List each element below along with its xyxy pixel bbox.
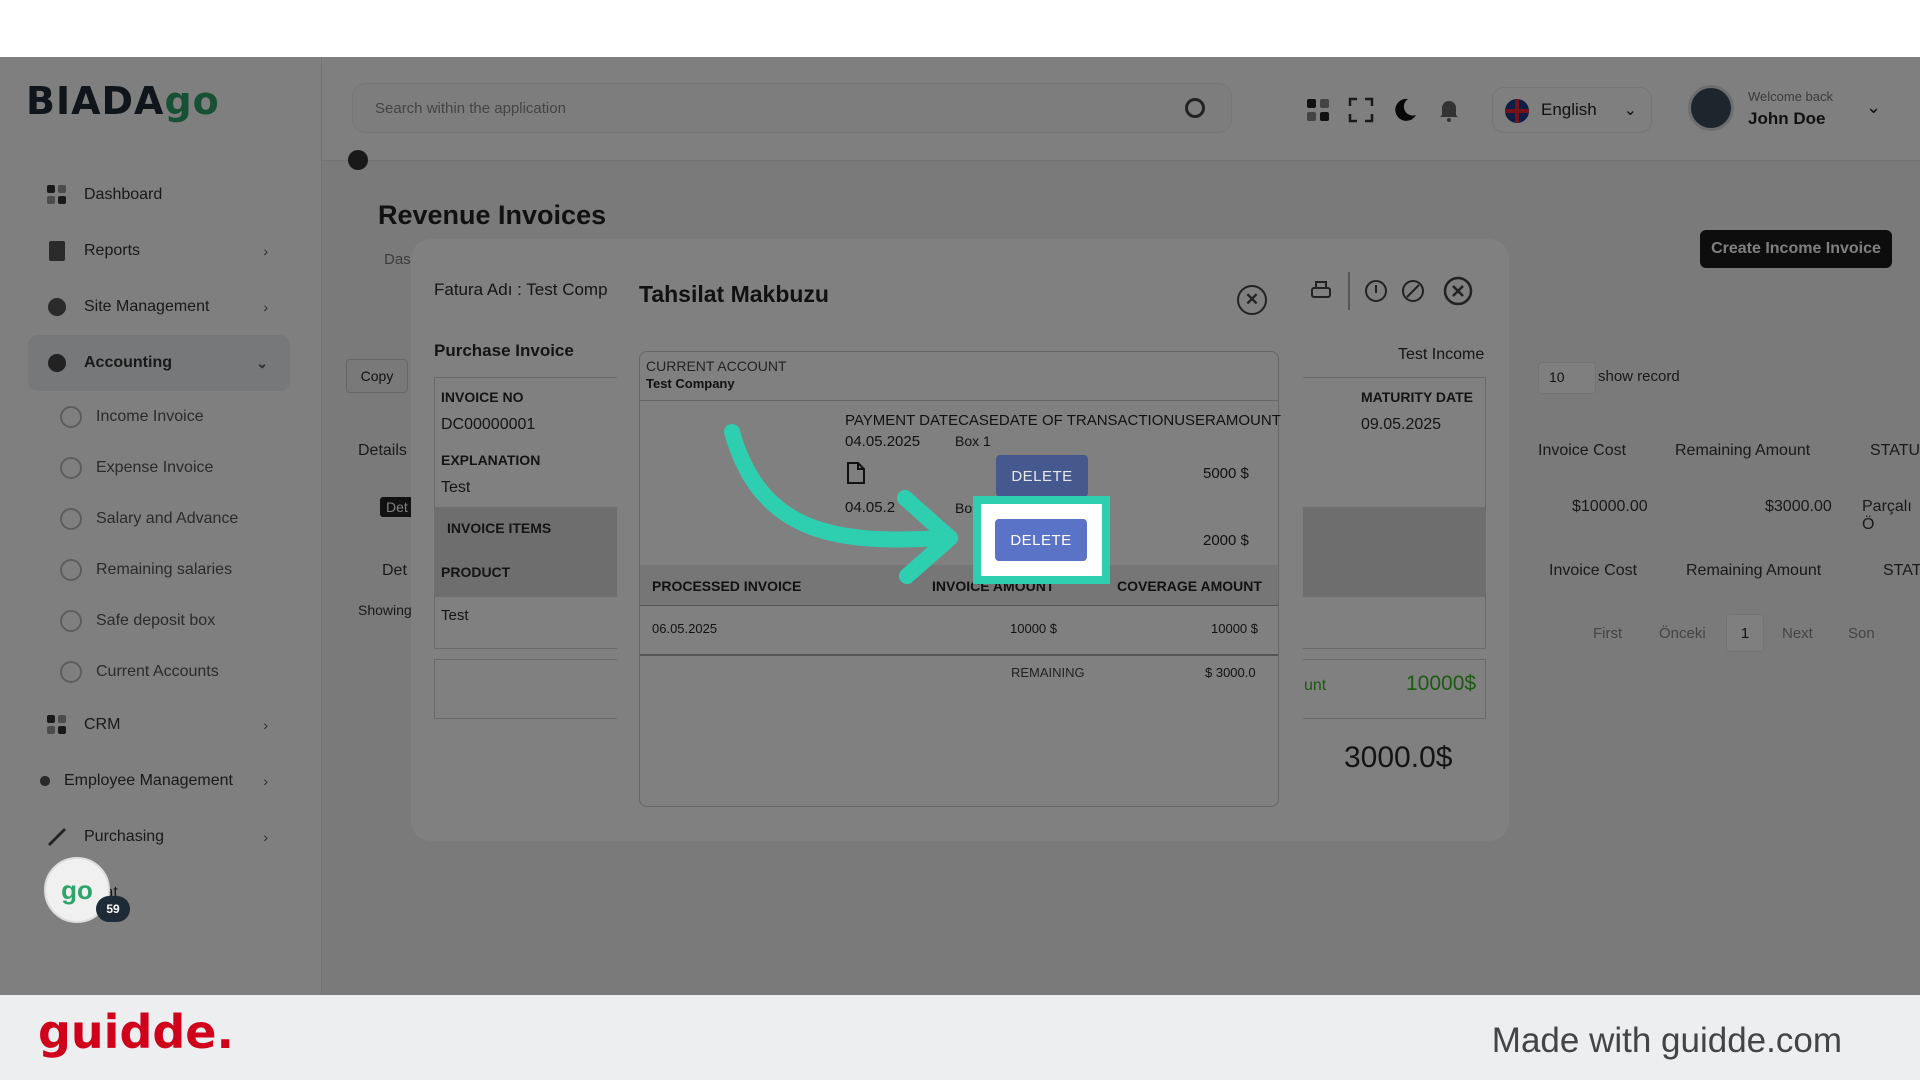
fatura-adi: Fatura Adı : Test Comp — [434, 280, 608, 299]
close-icon[interactable]: ✕ — [1237, 285, 1267, 315]
modal-title: Tahsilat Makbuzu — [639, 281, 829, 307]
explanation: Test — [441, 479, 471, 496]
cancel-icon[interactable] — [1401, 279, 1425, 303]
invoice-no-label: INVOICE NO — [441, 389, 524, 405]
invoice-items-label: INVOICE ITEMS — [447, 520, 552, 536]
divider — [640, 654, 1278, 656]
product-label: PRODUCT — [441, 564, 511, 580]
divider — [640, 605, 1278, 606]
processed-coverage-amount: 10000 $ — [1211, 621, 1258, 636]
info-icon[interactable] — [1364, 279, 1388, 303]
test-income-label: Test Income — [1398, 346, 1485, 363]
go-badge-label: go — [61, 874, 93, 905]
processed-invoice-amount: 10000 $ — [1010, 621, 1057, 636]
made-with-text: Made with guidde.com — [1491, 1021, 1842, 1060]
col-coverage-amount: COVERAGE AMOUNT — [1117, 578, 1262, 594]
close-icon[interactable] — [1443, 276, 1473, 306]
notification-count-badge: 59 — [96, 896, 130, 922]
top-band — [0, 0, 1920, 57]
current-account: Test Company — [646, 376, 735, 391]
print-icon[interactable] — [1309, 279, 1333, 303]
maturity-date: 09.05.2025 — [1361, 416, 1442, 433]
delete-button[interactable]: DELETE — [996, 455, 1088, 497]
remaining-total: 3000.0$ — [1344, 741, 1453, 774]
maturity-date-label: MATURITY DATE — [1361, 389, 1473, 405]
product: Test — [441, 607, 469, 624]
guidde-logo: guidde. — [38, 1005, 234, 1059]
amount-value: 10000$ — [1406, 672, 1477, 695]
remaining-value: $ 3000.0 — [1205, 665, 1256, 680]
guidde-footer: guidde. Made with guidde.com — [0, 995, 1920, 1080]
divider — [1348, 272, 1350, 310]
payment-amount: 2000 $ — [1203, 532, 1249, 549]
invoice-no: DC00000001 — [441, 416, 536, 433]
explanation-label: EXPLANATION — [441, 452, 541, 468]
divider — [640, 400, 1278, 401]
payment-amount: 5000 $ — [1203, 465, 1249, 482]
processed-date: 06.05.2025 — [652, 621, 718, 636]
purchase-invoice-label: Purchase Invoice — [434, 341, 574, 360]
current-account-label: CURRENT ACCOUNT — [646, 358, 787, 374]
remaining-label: REMAINING — [1011, 665, 1085, 680]
delete-button-highlighted[interactable]: DELETE — [995, 519, 1087, 561]
guide-arrow-icon — [724, 424, 958, 584]
amount-label: unt — [1304, 677, 1327, 694]
